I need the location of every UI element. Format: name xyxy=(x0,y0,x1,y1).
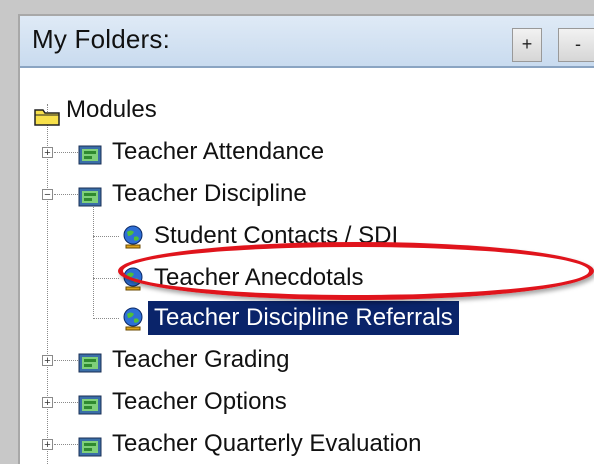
tree-node-teacher-quarterly-evaluation[interactable]: + Teacher Quarterly Evaluation xyxy=(20,426,590,462)
tree-node-teacher-grading[interactable]: + Teacher Grading xyxy=(20,342,590,378)
tree-node-student-contacts-sdi[interactable]: Student Contacts / SDI xyxy=(20,218,590,254)
tree-node-teacher-discipline[interactable]: − Teacher Discipline xyxy=(20,176,590,212)
tree-node-label: Teacher Discipline xyxy=(112,180,307,207)
tree-node-label: Modules xyxy=(66,96,157,123)
tree-node-teacher-attendance[interactable]: + Teacher Attendance xyxy=(20,134,590,170)
tree-node-label: Student Contacts / SDI xyxy=(154,222,399,249)
tree-connector xyxy=(54,194,78,195)
tree-node-label: Teacher Attendance xyxy=(112,138,325,165)
collapse-toggle[interactable]: − xyxy=(42,189,53,201)
globe-icon xyxy=(120,306,146,343)
tree-node-label-selected: Teacher Discipline Referrals xyxy=(148,301,459,335)
tree-connector xyxy=(93,318,119,319)
module-icon xyxy=(78,433,104,464)
tree-connector xyxy=(54,360,78,361)
module-icon xyxy=(78,391,104,427)
tree-node-teacher-options[interactable]: + Teacher Options xyxy=(20,384,590,420)
folder-tree: Modules + Teacher Attendance − Teacher D… xyxy=(20,68,594,464)
tree-node-label: Teacher Anecdotals xyxy=(154,264,364,291)
my-folders-panel: My Folders: + - Modules + Teacher Attend… xyxy=(18,14,594,464)
panel-title: My Folders: xyxy=(32,24,171,54)
tree-connector xyxy=(93,236,119,237)
tree-node-label: Teacher Quarterly Evaluation xyxy=(112,430,422,457)
module-icon xyxy=(78,183,104,219)
module-icon xyxy=(78,141,104,177)
panel-header: My Folders: + - xyxy=(20,16,594,68)
tree-connector xyxy=(54,444,78,445)
tree-node-label: Teacher Grading xyxy=(112,346,290,373)
expand-toggle[interactable]: + xyxy=(42,439,53,451)
expand-all-button[interactable]: + xyxy=(512,28,542,62)
tree-node-modules[interactable]: Modules xyxy=(20,92,590,128)
expand-toggle[interactable]: + xyxy=(42,397,53,409)
module-icon xyxy=(78,349,104,385)
collapse-all-button[interactable]: - xyxy=(558,28,594,62)
tree-connector xyxy=(54,402,78,403)
tree-connector xyxy=(54,152,78,153)
folder-icon xyxy=(34,101,60,137)
globe-icon xyxy=(120,266,146,303)
tree-node-teacher-discipline-referrals[interactable]: Teacher Discipline Referrals xyxy=(20,300,590,336)
tree-connector xyxy=(93,278,119,279)
expand-toggle[interactable]: + xyxy=(42,147,53,159)
tree-node-label: Teacher Options xyxy=(112,388,287,415)
globe-icon xyxy=(120,224,146,261)
tree-node-teacher-anecdotals[interactable]: Teacher Anecdotals xyxy=(20,260,590,296)
expand-toggle[interactable]: + xyxy=(42,355,53,367)
